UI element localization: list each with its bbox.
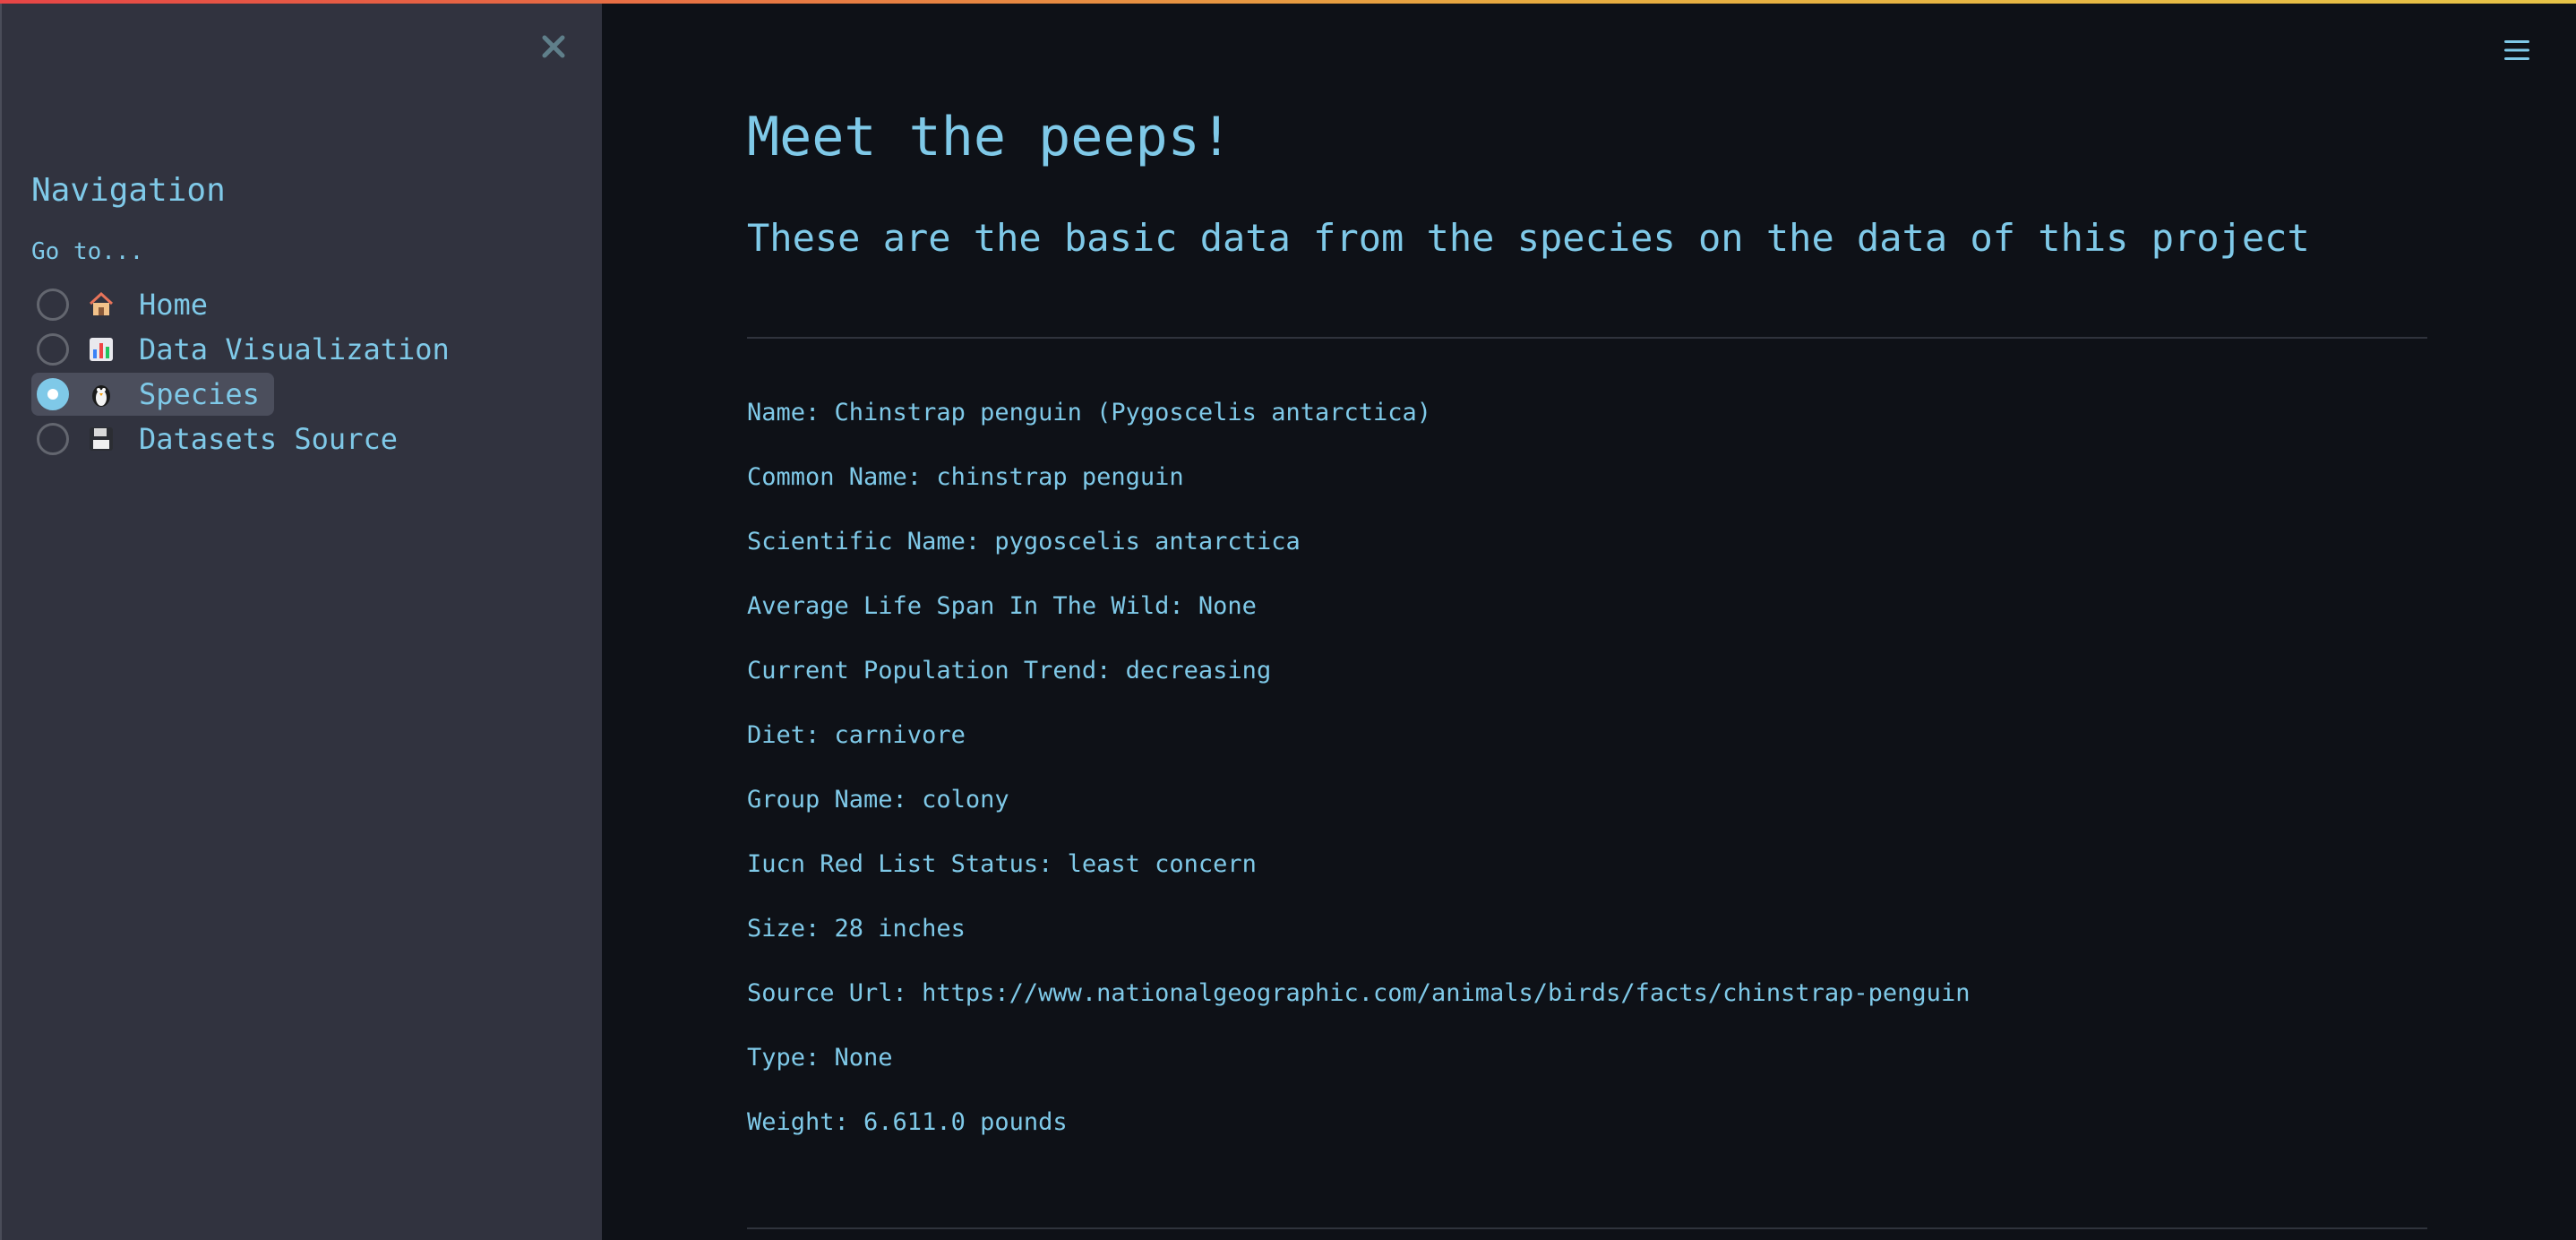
nav-option-label: Home	[139, 288, 209, 322]
species-info-list: Name: Chinstrap penguin (Pygoscelis anta…	[747, 392, 1970, 1167]
species-field-common-name: Common Name: chinstrap penguin	[747, 463, 1184, 491]
nav-option-home[interactable]: Home	[31, 283, 222, 326]
radio-button[interactable]	[37, 423, 69, 455]
sidebar-title: Navigation	[31, 172, 226, 209]
radio-button[interactable]	[37, 288, 69, 321]
close-icon	[542, 35, 565, 58]
sidebar-close-button[interactable]	[534, 27, 573, 66]
sidebar: Navigation Go to... Home Data Visualizat…	[0, 4, 602, 1240]
species-field-iucn-status: Iucn Red List Status: least concern	[747, 850, 1257, 878]
bar-chart-icon	[87, 335, 116, 364]
species-field-life-span: Average Life Span In The Wild: None	[747, 592, 1257, 620]
species-field-type: Type: None	[747, 1044, 893, 1072]
page-title: Meet the peeps!	[747, 106, 1232, 168]
radio-selected-dot	[47, 389, 58, 400]
floppy-disk-icon	[87, 425, 116, 453]
nav-option-species[interactable]: Species	[31, 373, 274, 416]
species-field-source-url: Source Url: https://www.nationalgeograph…	[747, 979, 1971, 1007]
species-field-scientific-name: Scientific Name: pygoscelis antarctica	[747, 528, 1301, 555]
penguin-icon	[87, 380, 116, 409]
radio-group-label: Go to...	[31, 238, 144, 265]
nav-option-data-visualization[interactable]: Data Visualization	[31, 328, 464, 371]
nav-option-label: Species	[139, 377, 260, 411]
nav-option-label: Datasets Source	[139, 422, 398, 456]
nav-option-datasets-source[interactable]: Datasets Source	[31, 418, 412, 461]
hamburger-menu-icon	[2504, 40, 2529, 60]
radio-button[interactable]	[37, 333, 69, 366]
species-field-name: Name: Chinstrap penguin (Pygoscelis anta…	[747, 399, 1432, 426]
navigation-radio-group: Home Data Visualization Species Datasets…	[31, 283, 464, 462]
species-field-population-trend: Current Population Trend: decreasing	[747, 657, 1272, 685]
main-content: Meet the peeps! These are the basic data…	[747, 0, 2427, 1240]
species-field-weight: Weight: 6.611.0 pounds	[747, 1108, 1068, 1136]
radio-button-selected[interactable]	[37, 378, 69, 410]
divider	[747, 337, 2427, 339]
main-menu-button[interactable]	[2497, 32, 2537, 68]
page-subtitle: These are the basic data from the specie…	[747, 216, 2310, 260]
divider	[747, 1227, 2427, 1229]
species-field-diet: Diet: carnivore	[747, 721, 966, 749]
house-icon	[87, 290, 116, 319]
species-field-group-name: Group Name: colony	[747, 786, 1009, 814]
species-field-size: Size: 28 inches	[747, 915, 966, 943]
nav-option-label: Data Visualization	[139, 332, 450, 366]
